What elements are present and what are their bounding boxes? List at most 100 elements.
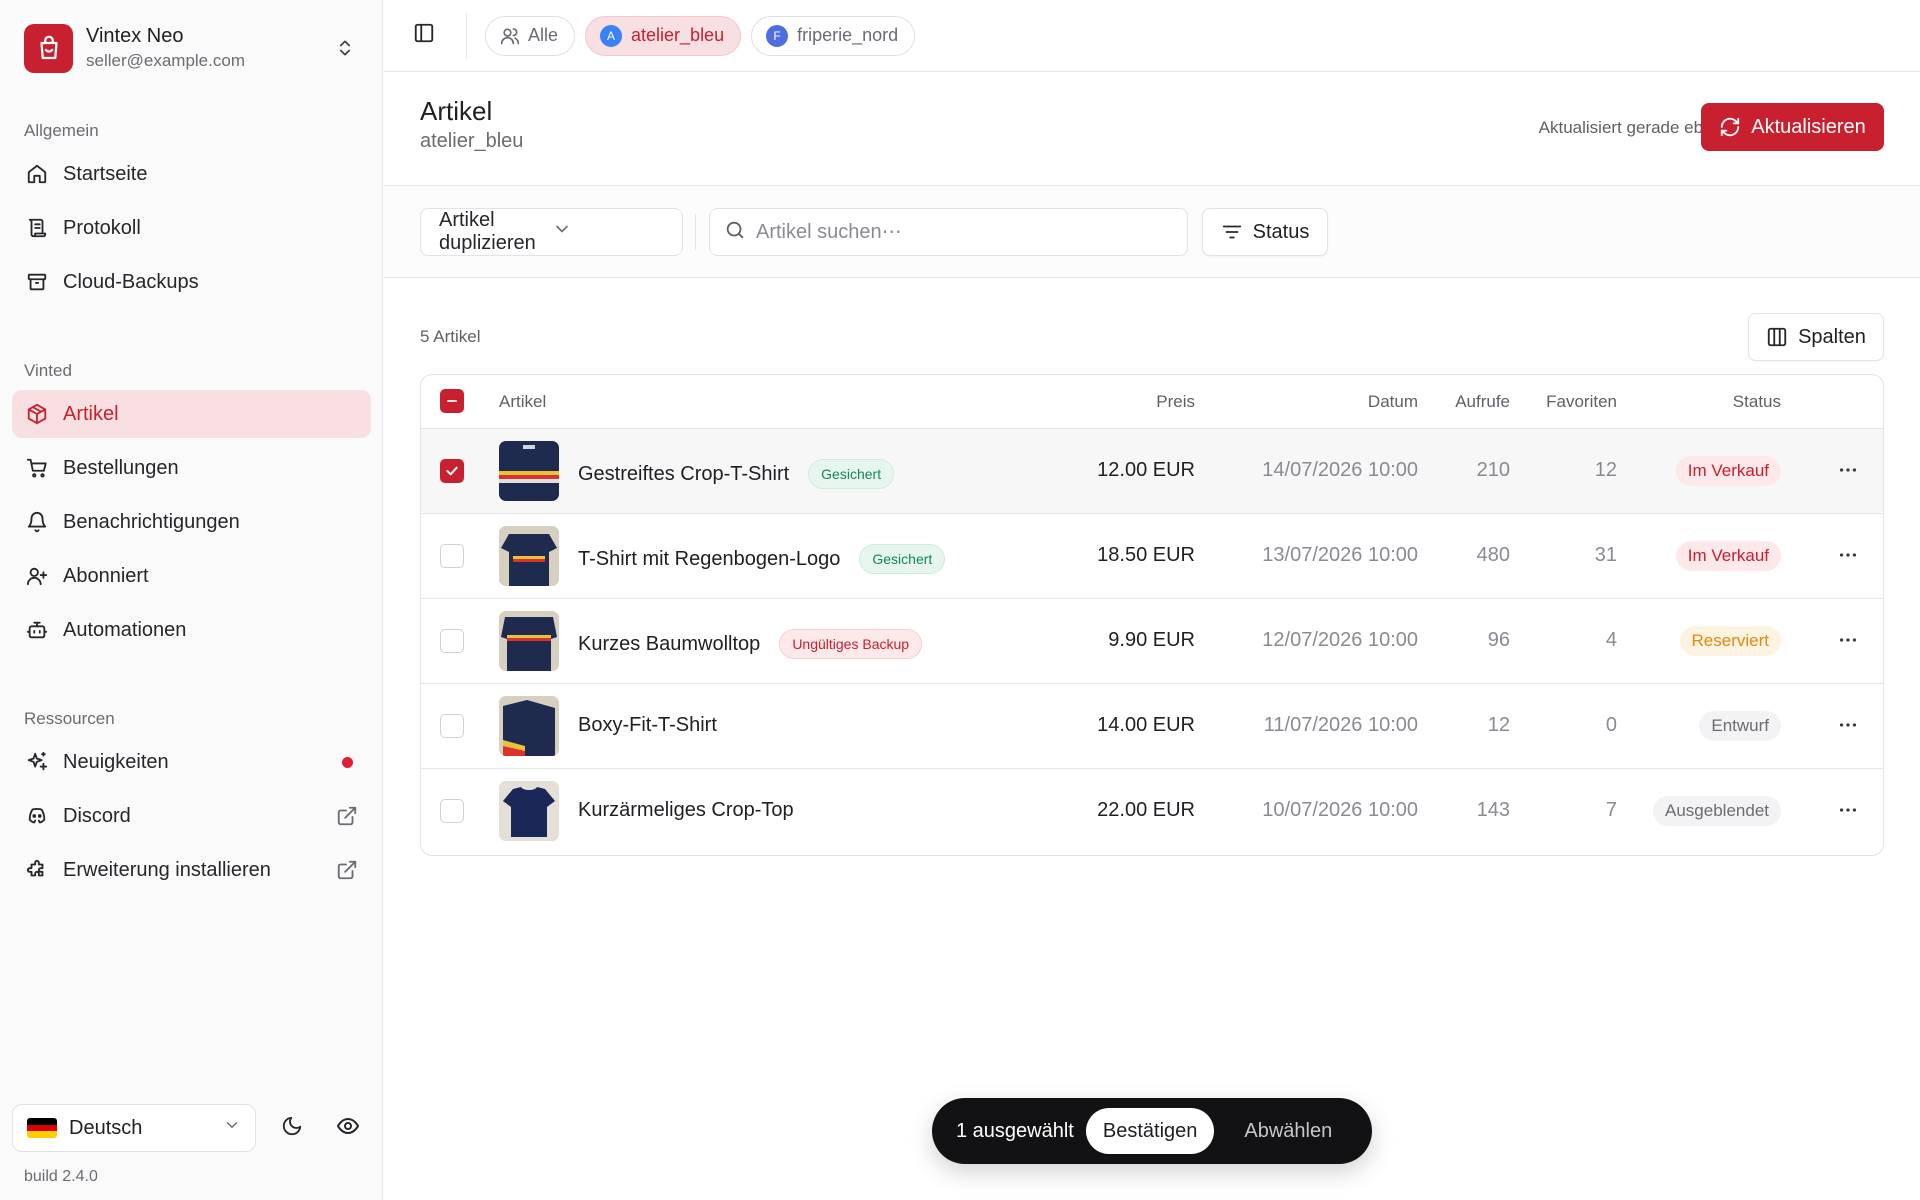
chip-label: friperie_nord	[797, 25, 899, 45]
row-checkbox[interactable]	[440, 544, 464, 568]
item-favorites: 4	[1605, 629, 1617, 651]
chevrons-up-down-icon	[331, 34, 359, 62]
column-header-date[interactable]: Datum	[1368, 375, 1418, 429]
item-title[interactable]: T-Shirt mit Regenbogen-Logo	[578, 548, 840, 571]
row-actions-button[interactable]	[1833, 542, 1863, 572]
users-icon	[500, 26, 520, 46]
columns-button[interactable]: Spalten	[1748, 313, 1884, 361]
sidebar-item-bestellungen[interactable]: Bestellungen	[12, 444, 371, 492]
sidebar-item-protokoll[interactable]: Protokoll	[12, 204, 371, 252]
language-select[interactable]: Deutsch	[12, 1104, 256, 1152]
account-filter-friperie-nord[interactable]: F friperie_nord	[751, 15, 916, 56]
item-date: 13/07/2026 10:00	[1262, 544, 1418, 566]
sidebar-item-cloud-backups[interactable]: Cloud-Backups	[12, 258, 371, 306]
row-actions-button[interactable]	[1833, 797, 1863, 827]
sidebar-item-benachrichtigungen[interactable]: Benachrichtigungen	[12, 498, 371, 546]
confirm-button[interactable]: Bestätigen	[1085, 1108, 1215, 1154]
row-actions-button[interactable]	[1833, 712, 1863, 742]
package-icon	[24, 401, 50, 427]
sidebar-item-artikel[interactable]: Artikel	[12, 390, 371, 438]
sidebar-item-label: Discord	[63, 804, 131, 827]
nav-section-vinted: Vinted Artikel Bestellungen Benachrichti…	[12, 358, 371, 654]
column-header-price[interactable]: Preis	[1156, 375, 1195, 429]
column-header-status[interactable]: Status	[1733, 375, 1781, 429]
language-label: Deutsch	[69, 1116, 143, 1139]
item-date: 12/07/2026 10:00	[1262, 629, 1418, 651]
bulk-action-select[interactable]: Artikel duplizieren	[420, 208, 683, 256]
item-price: 9.90 EUR	[1108, 629, 1195, 651]
account-switcher[interactable]: Vintex Neo seller@example.com	[12, 10, 371, 86]
row-actions-button[interactable]	[1833, 457, 1863, 487]
sidebar-item-abonniert[interactable]: Abonniert	[12, 552, 371, 600]
sidebar-item-label: Startseite	[63, 162, 148, 185]
status-badge: Ausgeblendet	[1653, 796, 1781, 826]
theme-toggle-button[interactable]	[270, 1106, 314, 1150]
column-header-item[interactable]: Artikel	[499, 375, 546, 429]
table-row[interactable]: Gestreiftes Crop-T-Shirt Gesichert 12.00…	[421, 429, 1883, 514]
item-title[interactable]: Kurzärmeliges Crop-Top	[578, 799, 794, 822]
bulk-action-label: Artikel duplizieren	[439, 209, 536, 254]
search-box	[709, 208, 1188, 256]
external-link-icon	[335, 804, 359, 828]
table-row[interactable]: Kurzärmeliges Crop-Top 22.00 EUR 10/07/2…	[421, 769, 1883, 854]
backup-badge: Gesichert	[859, 544, 946, 574]
account-email: seller@example.com	[86, 51, 245, 70]
sidebar-item-neuigkeiten[interactable]: Neuigkeiten	[12, 738, 371, 786]
sidebar-item-label: Protokoll	[63, 216, 141, 239]
home-icon	[24, 161, 50, 187]
status-badge: Im Verkauf	[1675, 541, 1781, 571]
table-row[interactable]: T-Shirt mit Regenbogen-Logo Gesichert 18…	[421, 514, 1883, 599]
sidebar-item-discord[interactable]: Discord	[12, 792, 371, 840]
select-all-checkbox[interactable]	[440, 389, 464, 413]
privacy-toggle-button[interactable]	[326, 1106, 370, 1150]
refresh-button[interactable]: Aktualisieren	[1701, 103, 1884, 151]
sidebar-footer: Deutsch	[12, 1104, 371, 1152]
column-header-views[interactable]: Aufrufe	[1455, 375, 1510, 429]
item-title[interactable]: Boxy-Fit-T-Shirt	[578, 714, 717, 737]
page-header: Artikel atelier_bleu Aktualisiert gerade…	[384, 72, 1920, 186]
user-plus-icon	[24, 563, 50, 589]
table-row[interactable]: Kurzes Baumwolltop Ungültiges Backup 9.9…	[421, 599, 1883, 684]
item-title[interactable]: Gestreiftes Crop-T-Shirt	[578, 463, 789, 486]
sidebar-item-erweiterung[interactable]: Erweiterung installieren	[12, 846, 371, 894]
last-updated-text: Aktualisiert gerade eben	[1538, 118, 1722, 137]
status-filter-label: Status	[1252, 220, 1310, 243]
sidebar-toggle-button[interactable]	[404, 16, 444, 56]
status-badge: Entwurf	[1699, 711, 1781, 741]
sidebar-item-automationen[interactable]: Automationen	[12, 606, 371, 654]
account-filter-all[interactable]: Alle	[485, 15, 576, 56]
page-title: Artikel	[420, 96, 493, 126]
item-views: 143	[1476, 799, 1510, 821]
row-checkbox[interactable]	[440, 459, 464, 483]
external-link-icon	[335, 858, 359, 882]
row-checkbox[interactable]	[440, 629, 464, 653]
table-row[interactable]: Boxy-Fit-T-Shirt 14.00 EUR 11/07/2026 10…	[421, 684, 1883, 769]
account-filter-atelier-bleu[interactable]: A atelier_bleu	[585, 15, 742, 56]
selection-action-bar: 1 ausgewählt Bestätigen Abwählen	[932, 1098, 1372, 1164]
discord-icon	[24, 803, 50, 829]
search-input[interactable]	[756, 220, 1173, 244]
status-badge: Reserviert	[1679, 626, 1781, 656]
topbar-divider	[466, 12, 467, 59]
deselect-button[interactable]: Abwählen	[1244, 1120, 1332, 1143]
column-header-favorites[interactable]: Favoriten	[1546, 375, 1617, 429]
item-title[interactable]: Kurzes Baumwolltop	[578, 633, 760, 656]
shopping-bag-logo-icon	[24, 23, 73, 73]
item-views: 96	[1487, 629, 1510, 651]
backup-badge: Ungültiges Backup	[779, 629, 923, 659]
sidebar-item-label: Abonniert	[63, 564, 149, 587]
item-favorites: 12	[1594, 459, 1617, 481]
sidebar-item-startseite[interactable]: Startseite	[12, 150, 371, 198]
status-filter-button[interactable]: Status	[1202, 208, 1328, 256]
chevron-down-icon	[552, 219, 665, 245]
item-price: 14.00 EUR	[1097, 714, 1195, 736]
row-checkbox[interactable]	[440, 799, 464, 823]
item-count: 5 Artikel	[420, 327, 481, 346]
item-thumbnail	[499, 526, 559, 586]
item-date: 11/07/2026 10:00	[1263, 714, 1418, 736]
table-header: Artikel Preis Datum Aufrufe Favoriten St…	[421, 375, 1883, 429]
filter-icon	[1221, 221, 1243, 243]
row-checkbox[interactable]	[440, 714, 464, 738]
row-actions-button[interactable]	[1833, 627, 1863, 657]
moon-icon	[281, 1115, 303, 1142]
